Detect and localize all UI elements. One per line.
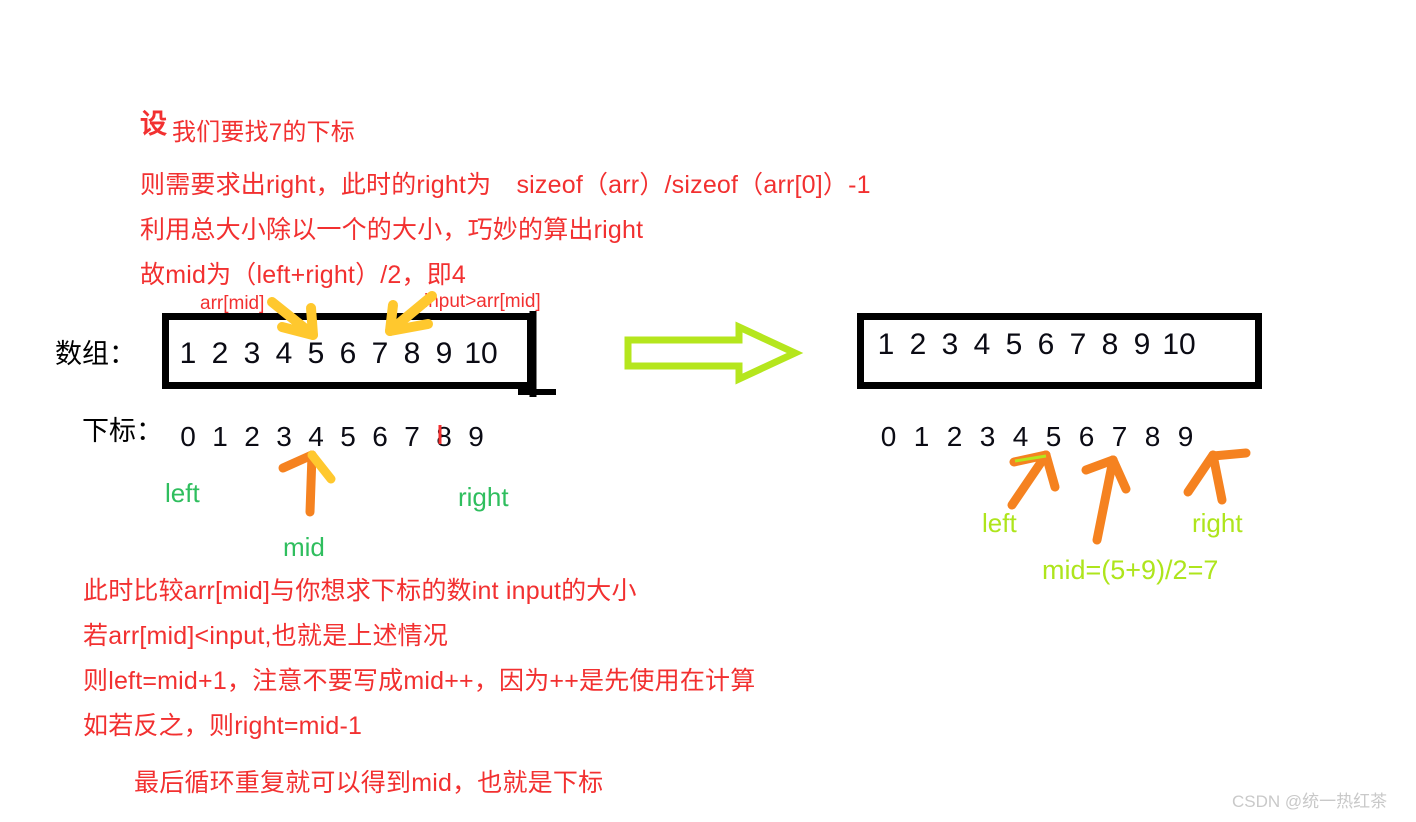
diagram-canvas: 设 我们要找7的下标 则需要求出right，此时的right为 sizeof（a… [0, 0, 1416, 822]
left-array-values: 1 2 3 4 5 6 7 8 9 10 [172, 339, 502, 369]
lime-block-arrow [624, 321, 804, 385]
array-row-label: 数组： [55, 339, 136, 369]
conclusion-line-1: 此时比较arr[mid]与你想求下标的数int input的大小 [83, 577, 637, 605]
index-cell: 7 [404, 421, 420, 452]
index-cell: 0 [880, 421, 897, 452]
index-cell: 3 [979, 421, 996, 452]
index-cell: 8 [1144, 421, 1161, 452]
index-cell: 4 [1012, 421, 1029, 452]
array-cell: 2 [211, 337, 229, 370]
array-cell: 6 [339, 337, 357, 370]
annotation-arr-mid: arr[mid] [200, 293, 265, 314]
index-cell: 7 [1111, 421, 1128, 452]
array-cell: 5 [307, 337, 325, 370]
intro-line-2: 则需要求出right，此时的right为 sizeof（arr）/sizeof（… [140, 171, 871, 199]
array-cell: 7 [1069, 328, 1087, 361]
csdn-watermark: CSDN @统一热红茶 [1232, 792, 1388, 811]
index-cell: 1 [212, 421, 228, 452]
orange-arrow-mid [278, 450, 336, 517]
marker-left-label: left [165, 478, 200, 508]
index-cell: 9 [1177, 421, 1194, 452]
array-cell: 6 [1037, 328, 1055, 361]
conclusion-line-3: 则left=mid+1，注意不要写成mid++，因为++是先使用在计算 [83, 667, 756, 695]
index-cell: 6 [1078, 421, 1095, 452]
index-row-label: 下标： [82, 416, 163, 446]
index-cell: 4 [308, 421, 324, 452]
array-cell: 3 [941, 328, 959, 361]
index-cell: 2 [946, 421, 963, 452]
array-cell: 10 [1162, 328, 1196, 361]
conclusion-line-4: 如若反之，则right=mid-1 [83, 712, 363, 740]
array-cell: 2 [909, 328, 927, 361]
marker-right-label: right [458, 482, 509, 512]
right-marker-right-label: right [1192, 508, 1243, 538]
array-cell: 4 [973, 328, 991, 361]
array-cell: 7 [371, 337, 389, 370]
left-index-values: 0123456789 [172, 423, 492, 451]
right-marker-left-label: left [982, 508, 1017, 538]
array-cell: 1 [179, 337, 197, 370]
array-cell: 3 [243, 337, 261, 370]
array-cell: 4 [275, 337, 293, 370]
annotation-input-greater: input>arr[mid] [424, 291, 541, 312]
array-cell: 8 [1101, 328, 1119, 361]
array-cell: 5 [1005, 328, 1023, 361]
intro-line-1: 我们要找7的下标 [172, 119, 355, 146]
array-cell: 9 [1133, 328, 1151, 361]
right-marker-mid-formula: mid=(5+9)/2=7 [1042, 555, 1219, 585]
index-cell: 3 [276, 421, 292, 452]
conclusion-final-line: 最后循环重复就可以得到mid，也就是下标 [134, 769, 604, 797]
orange-arrow-right-left [1007, 450, 1060, 510]
index-cell: 0 [180, 421, 196, 452]
right-array-values: 1 2 3 4 5 6 7 8 9 10 [870, 330, 1200, 360]
index-cell: 9 [468, 421, 484, 452]
intro-line-3: 利用总大小除以一个的大小，巧妙的算出right [140, 216, 644, 244]
orange-arrow-right-right [1183, 448, 1251, 505]
orange-arrow-right-mid [1081, 455, 1131, 545]
array-cell: 10 [464, 337, 498, 370]
array-cell: 9 [435, 337, 453, 370]
marker-mid-label: mid [283, 532, 325, 562]
index-cell: 1 [913, 421, 930, 452]
right-index-values: 0123456789 [872, 423, 1202, 451]
intro-line-4: 故mid为（left+right）/2，即4 [140, 261, 467, 289]
index-cell: 6 [372, 421, 388, 452]
index-cell: 5 [340, 421, 356, 452]
intro-lead-char: 设 [140, 109, 167, 139]
conclusion-line-2: 若arr[mid]<input,也就是上述情况 [83, 622, 449, 650]
index-cell: 2 [244, 421, 260, 452]
index-cell: 5 [1045, 421, 1062, 452]
array-cell: 8 [403, 337, 421, 370]
index-cell: 8 [436, 421, 452, 452]
array-cell: 1 [877, 328, 895, 361]
